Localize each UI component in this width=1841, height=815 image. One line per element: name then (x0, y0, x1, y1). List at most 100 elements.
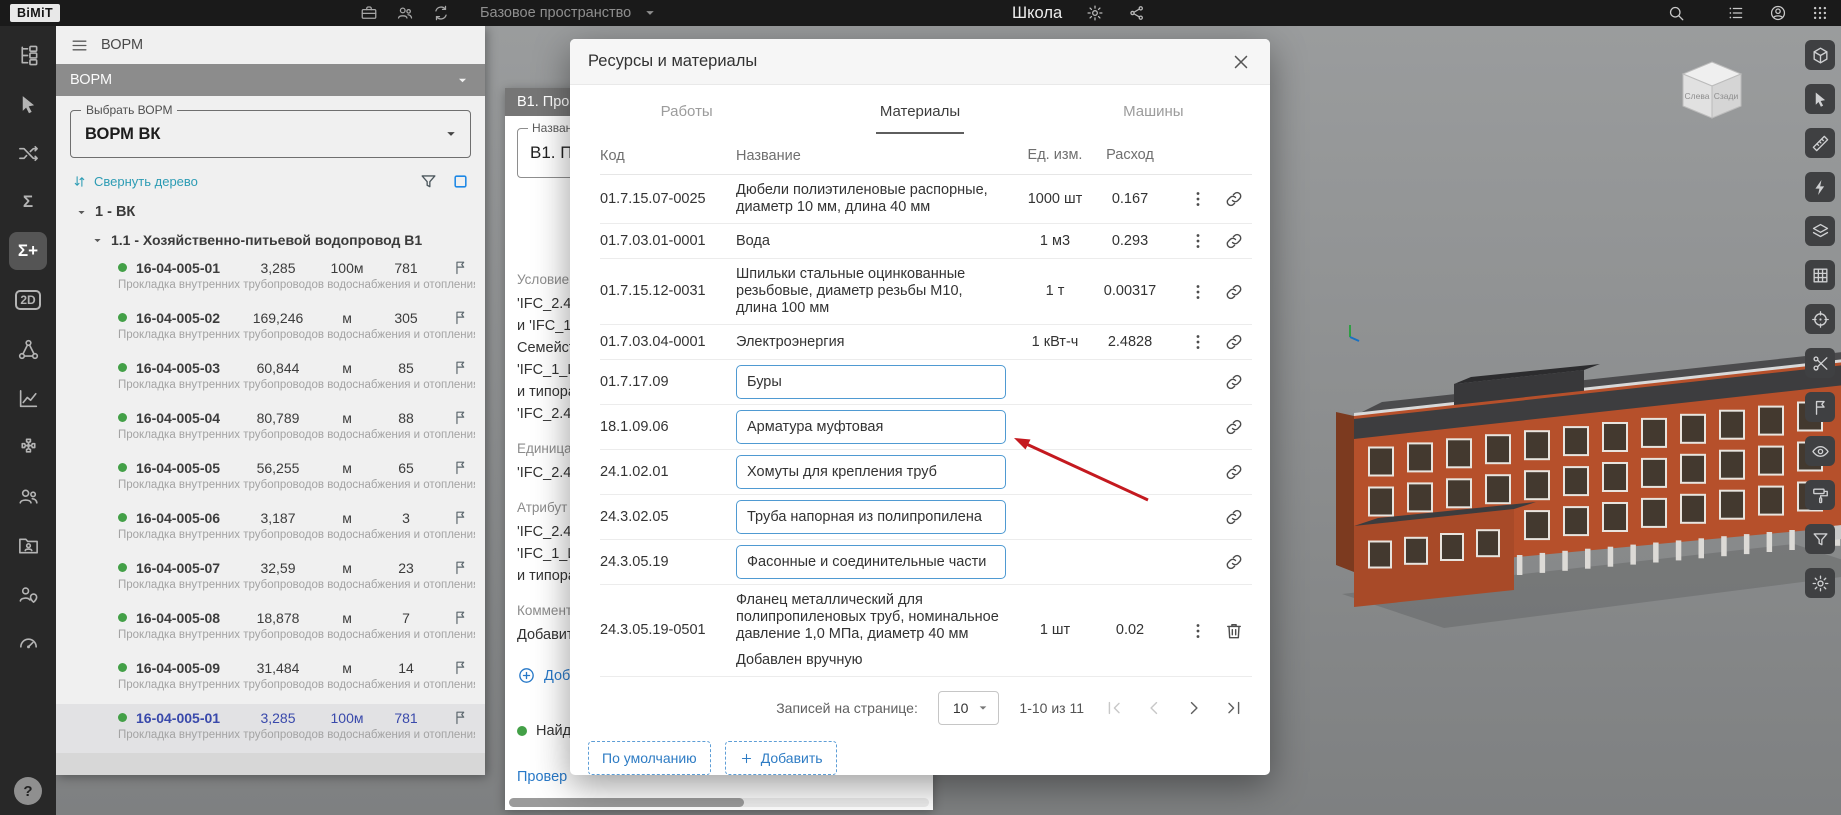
storeys-icon[interactable] (1805, 216, 1835, 246)
dashboard-icon[interactable] (9, 624, 47, 662)
help-button[interactable]: ? (14, 777, 42, 805)
model-tree-icon[interactable] (9, 36, 47, 74)
tree-item[interactable]: 16-04-005-063,187м3Прокладка внутренних … (56, 504, 485, 554)
tree-item[interactable]: 16-04-005-0360,844м85Прокладка внутренни… (56, 354, 485, 404)
view-2d-icon[interactable]: 2D (9, 281, 47, 319)
flag-icon[interactable] (452, 609, 469, 626)
delete-icon[interactable] (1224, 621, 1244, 641)
sum-plus-icon[interactable]: Σ+ (9, 232, 47, 270)
collapse-tree-button[interactable]: Свернуть дерево (72, 174, 198, 189)
material-name-input[interactable] (736, 545, 1006, 579)
account-icon[interactable] (1769, 4, 1787, 22)
horizontal-scrollbar[interactable] (509, 798, 929, 807)
vorm-section-header[interactable]: ВОРМ (56, 64, 485, 96)
tree-item[interactable]: 16-04-005-0818,878м7Прокладка внутренних… (56, 604, 485, 654)
clip-icon[interactable] (1805, 348, 1835, 378)
flag-icon[interactable] (452, 659, 469, 676)
add-button[interactable]: Добавить (725, 741, 837, 775)
plugins-icon[interactable] (9, 428, 47, 466)
journal-list-icon[interactable] (1727, 4, 1745, 22)
more-options-icon[interactable] (1188, 332, 1208, 352)
user-location-icon[interactable] (9, 575, 47, 613)
viewcube-left-label[interactable]: Слева (1685, 91, 1710, 101)
link-icon[interactable] (1224, 189, 1244, 209)
more-options-icon[interactable] (1188, 282, 1208, 302)
column-header-code[interactable]: Код (600, 148, 736, 164)
tree-item[interactable]: 16-04-005-0556,255м65Прокладка внутренни… (56, 454, 485, 504)
annotations-icon[interactable] (1805, 392, 1835, 422)
flag-icon[interactable] (452, 359, 469, 376)
link-icon[interactable] (1224, 231, 1244, 251)
grid-icon[interactable] (1805, 260, 1835, 290)
select-tool-icon[interactable] (9, 85, 47, 123)
tree-item[interactable]: 16-04-005-0480,789м88Прокладка внутренни… (56, 404, 485, 454)
share-icon[interactable] (1128, 4, 1146, 22)
tab-materials[interactable]: Материалы (803, 87, 1036, 135)
previous-page-icon[interactable] (1144, 698, 1164, 718)
chart-icon[interactable] (9, 379, 47, 417)
tree-item[interactable]: 16-04-005-0931,484м14Прокладка внутренни… (56, 654, 485, 704)
navigation-cube-icon[interactable] (1805, 40, 1835, 70)
link-icon[interactable] (1224, 507, 1244, 527)
flag-icon[interactable] (452, 259, 469, 276)
flag-icon[interactable] (452, 709, 469, 726)
view-cube[interactable]: Слева Сзади (1675, 54, 1749, 128)
sum-icon[interactable]: Σ (9, 183, 47, 221)
scrollbar-thumb[interactable] (509, 798, 744, 807)
paint-icon[interactable] (1805, 480, 1835, 510)
sync-icon[interactable] (432, 4, 450, 22)
settings-gear-icon[interactable] (1086, 4, 1104, 22)
collaboration-icon[interactable] (396, 4, 414, 22)
vorm-select[interactable]: Выбрать ВОРМ ВОРМ ВК (70, 110, 471, 158)
shared-folder-icon[interactable] (9, 526, 47, 564)
tree-item[interactable]: 16-04-005-013,285100м781Прокладка внутре… (56, 254, 485, 304)
flag-icon[interactable] (452, 309, 469, 326)
link-icon[interactable] (1224, 462, 1244, 482)
connections-icon[interactable] (9, 134, 47, 172)
tree-node-root[interactable]: 1 - ВК (56, 198, 485, 226)
users-icon[interactable] (9, 477, 47, 515)
tree-node-group[interactable]: 1.1 - Хозяйственно-питьевой водопровод В… (56, 226, 485, 254)
link-icon[interactable] (1224, 552, 1244, 572)
flag-icon[interactable] (452, 559, 469, 576)
column-header-unit[interactable]: Ед. изм. (1022, 147, 1088, 164)
measure-icon[interactable] (1805, 128, 1835, 158)
selection-frame-icon[interactable] (452, 173, 469, 190)
flag-icon[interactable] (452, 459, 469, 476)
structure-icon[interactable] (9, 330, 47, 368)
more-options-icon[interactable] (1188, 189, 1208, 209)
page-size-select[interactable]: 10 (938, 691, 1000, 725)
more-options-icon[interactable] (1188, 231, 1208, 251)
column-header-rate[interactable]: Расход (1088, 147, 1172, 164)
tree-item[interactable]: 16-04-005-0732,59м23Прокладка внутренних… (56, 554, 485, 604)
flag-icon[interactable] (452, 509, 469, 526)
next-page-icon[interactable] (1184, 698, 1204, 718)
workspace-selector[interactable]: Базовое пространство (480, 4, 659, 22)
more-options-icon[interactable] (1188, 621, 1208, 641)
link-icon[interactable] (1224, 282, 1244, 302)
tab-works[interactable]: Работы (570, 87, 803, 135)
toolbox-icon[interactable] (360, 4, 378, 22)
link-icon[interactable] (1224, 372, 1244, 392)
material-name-input[interactable] (736, 455, 1006, 489)
close-icon[interactable] (1230, 51, 1252, 73)
link-icon[interactable] (1224, 332, 1244, 352)
locate-icon[interactable] (1805, 304, 1835, 334)
select-cursor-icon[interactable] (1805, 84, 1835, 114)
first-page-icon[interactable] (1104, 698, 1124, 718)
filter-icon[interactable] (419, 172, 438, 191)
viewer-settings-icon[interactable] (1805, 568, 1835, 598)
column-header-name[interactable]: Название (736, 148, 1022, 164)
tab-machines[interactable]: Машины (1037, 87, 1270, 135)
material-name-input[interactable] (736, 500, 1006, 534)
material-name-input[interactable] (736, 365, 1006, 399)
tree-item[interactable]: 16-04-005-013,285100м781Прокладка внутре… (56, 704, 485, 753)
search-icon[interactable] (1667, 4, 1685, 22)
viewcube-right-label[interactable]: Сзади (1714, 91, 1739, 101)
panel-menu-icon[interactable] (70, 36, 89, 55)
filter-models-icon[interactable] (1805, 524, 1835, 554)
tree-item[interactable]: 16-04-005-02169,246м305Прокладка внутрен… (56, 304, 485, 354)
material-name-input[interactable] (736, 410, 1006, 444)
apps-menu-icon[interactable] (1811, 4, 1829, 22)
default-button[interactable]: По умолчанию (588, 741, 711, 775)
